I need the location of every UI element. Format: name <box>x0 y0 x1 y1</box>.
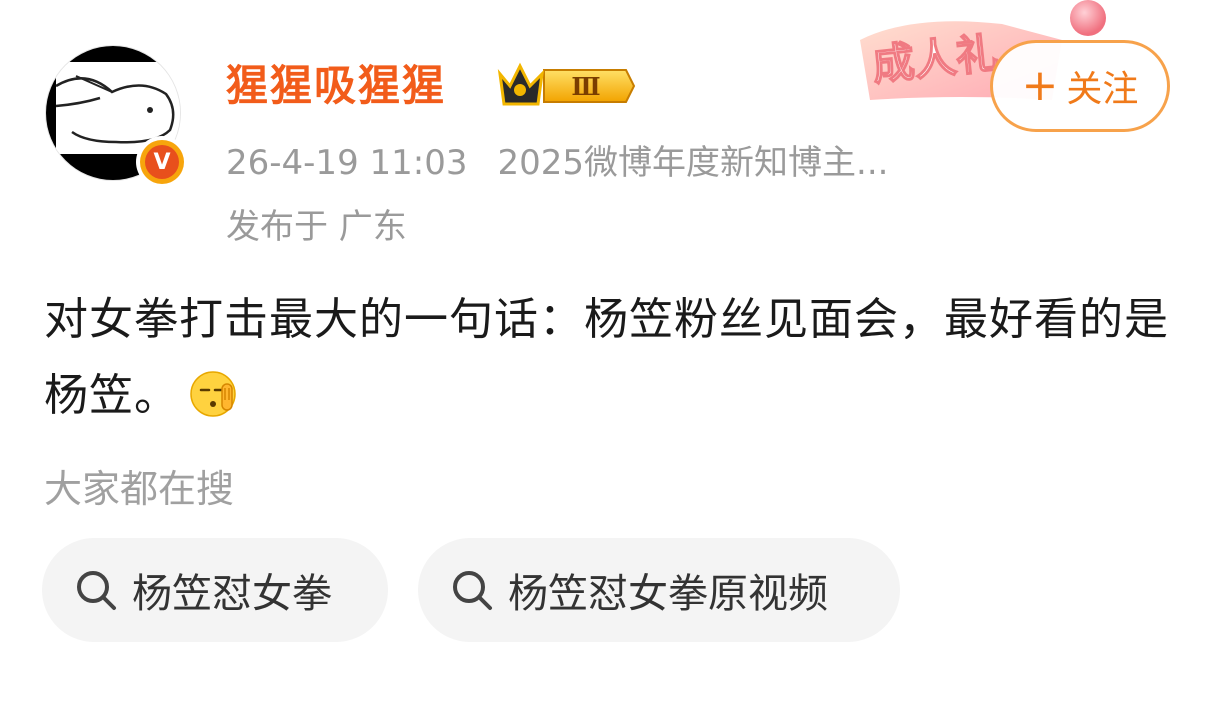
author-honor[interactable]: 2025微博年度新知博主... <box>498 143 889 183</box>
crown-level-badge-icon[interactable]: Ⅲ <box>496 60 636 112</box>
search-chip[interactable]: 杨笠怼女拳原视频 <box>418 538 900 642</box>
plus-icon: + <box>1021 60 1059 111</box>
follow-label: 关注 <box>1066 69 1139 110</box>
post-meta: 26-4-19 11:03 2025微博年度新知博主... <box>226 140 888 186</box>
post-time: 26-4-19 11:03 <box>226 143 468 183</box>
follow-button[interactable]: + 关注 <box>990 40 1170 132</box>
post-content: 对女拳打击最大的一句话：杨笠粉丝见面会，最好看的是杨笠。 <box>44 282 1184 434</box>
level-badge-label: Ⅲ <box>571 72 600 101</box>
search-chip-label: 杨笠怼女拳 <box>132 571 332 617</box>
search-chip-label: 杨笠怼女拳原视频 <box>508 571 828 617</box>
search-icon <box>453 571 492 610</box>
weibo-post-card: V 猩猩吸猩猩 Ⅲ 26-4-19 11:03 2025微博年度新知博主... 发… <box>0 0 1216 702</box>
search-chip[interactable]: 杨笠怼女拳 <box>42 538 388 642</box>
post-location: 发布于 广东 <box>226 207 407 247</box>
verified-badge-icon: V <box>136 136 188 188</box>
search-icon <box>77 571 116 610</box>
trending-search-title: 大家都在搜 <box>44 467 235 511</box>
shush-face-emoji-icon <box>190 371 236 417</box>
username[interactable]: 猩猩吸猩猩 <box>226 58 446 114</box>
